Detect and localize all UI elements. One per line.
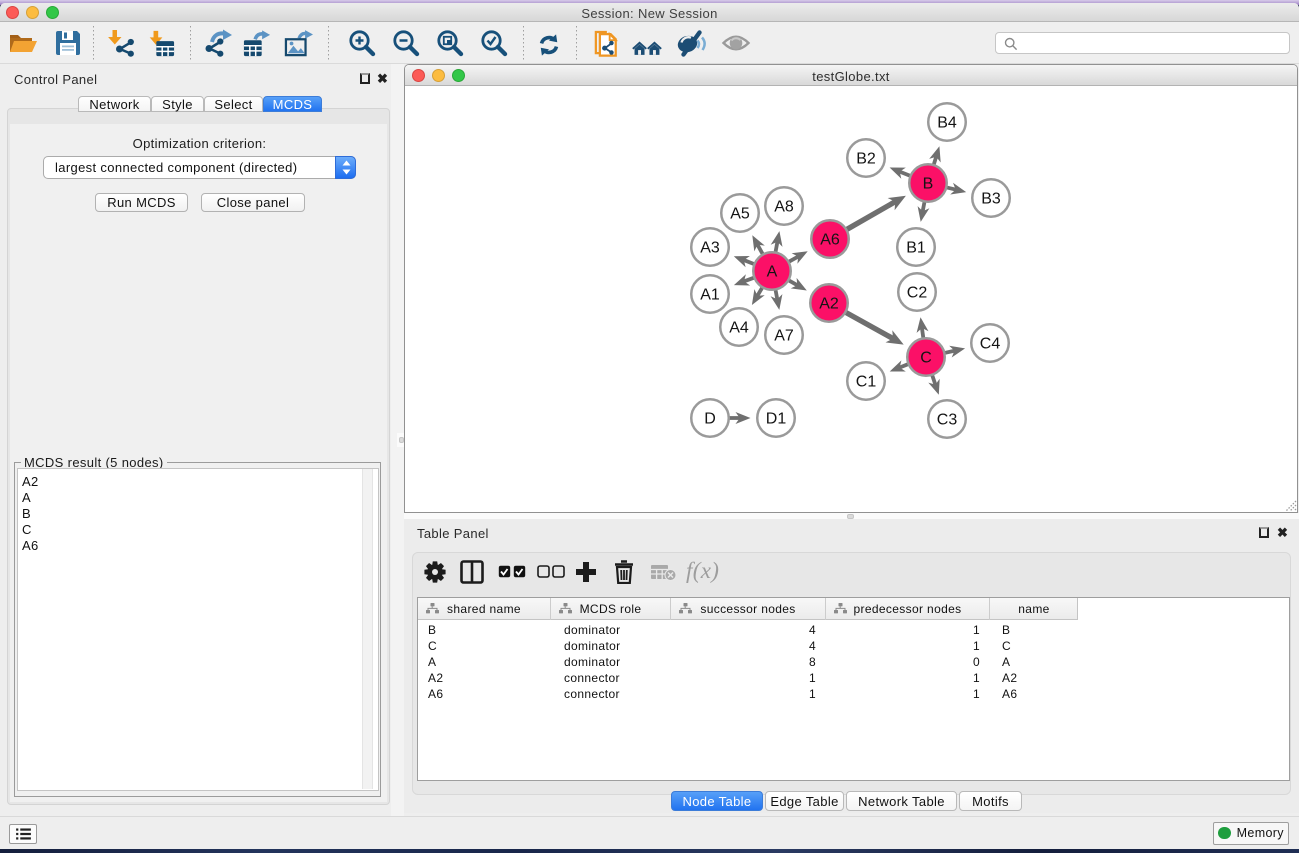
svg-text:B4: B4 bbox=[937, 115, 957, 132]
svg-text:B3: B3 bbox=[981, 191, 1001, 208]
svg-text:B1: B1 bbox=[906, 240, 926, 257]
svg-text:A7: A7 bbox=[774, 328, 794, 345]
svg-text:C: C bbox=[920, 350, 932, 367]
svg-text:C4: C4 bbox=[980, 336, 1001, 353]
svg-text:A4: A4 bbox=[729, 320, 749, 337]
svg-text:A5: A5 bbox=[730, 206, 750, 223]
svg-text:C3: C3 bbox=[937, 412, 958, 429]
svg-text:B2: B2 bbox=[856, 151, 876, 168]
svg-text:C1: C1 bbox=[856, 374, 877, 391]
svg-text:C2: C2 bbox=[907, 285, 928, 302]
svg-text:A2: A2 bbox=[819, 296, 839, 313]
svg-text:D: D bbox=[704, 411, 716, 428]
svg-text:A8: A8 bbox=[774, 199, 794, 216]
svg-text:D1: D1 bbox=[766, 411, 787, 428]
svg-text:A: A bbox=[767, 264, 778, 281]
svg-text:B: B bbox=[923, 176, 934, 193]
svg-text:A1: A1 bbox=[700, 287, 720, 304]
svg-text:A6: A6 bbox=[820, 232, 840, 249]
svg-text:A3: A3 bbox=[700, 240, 720, 257]
